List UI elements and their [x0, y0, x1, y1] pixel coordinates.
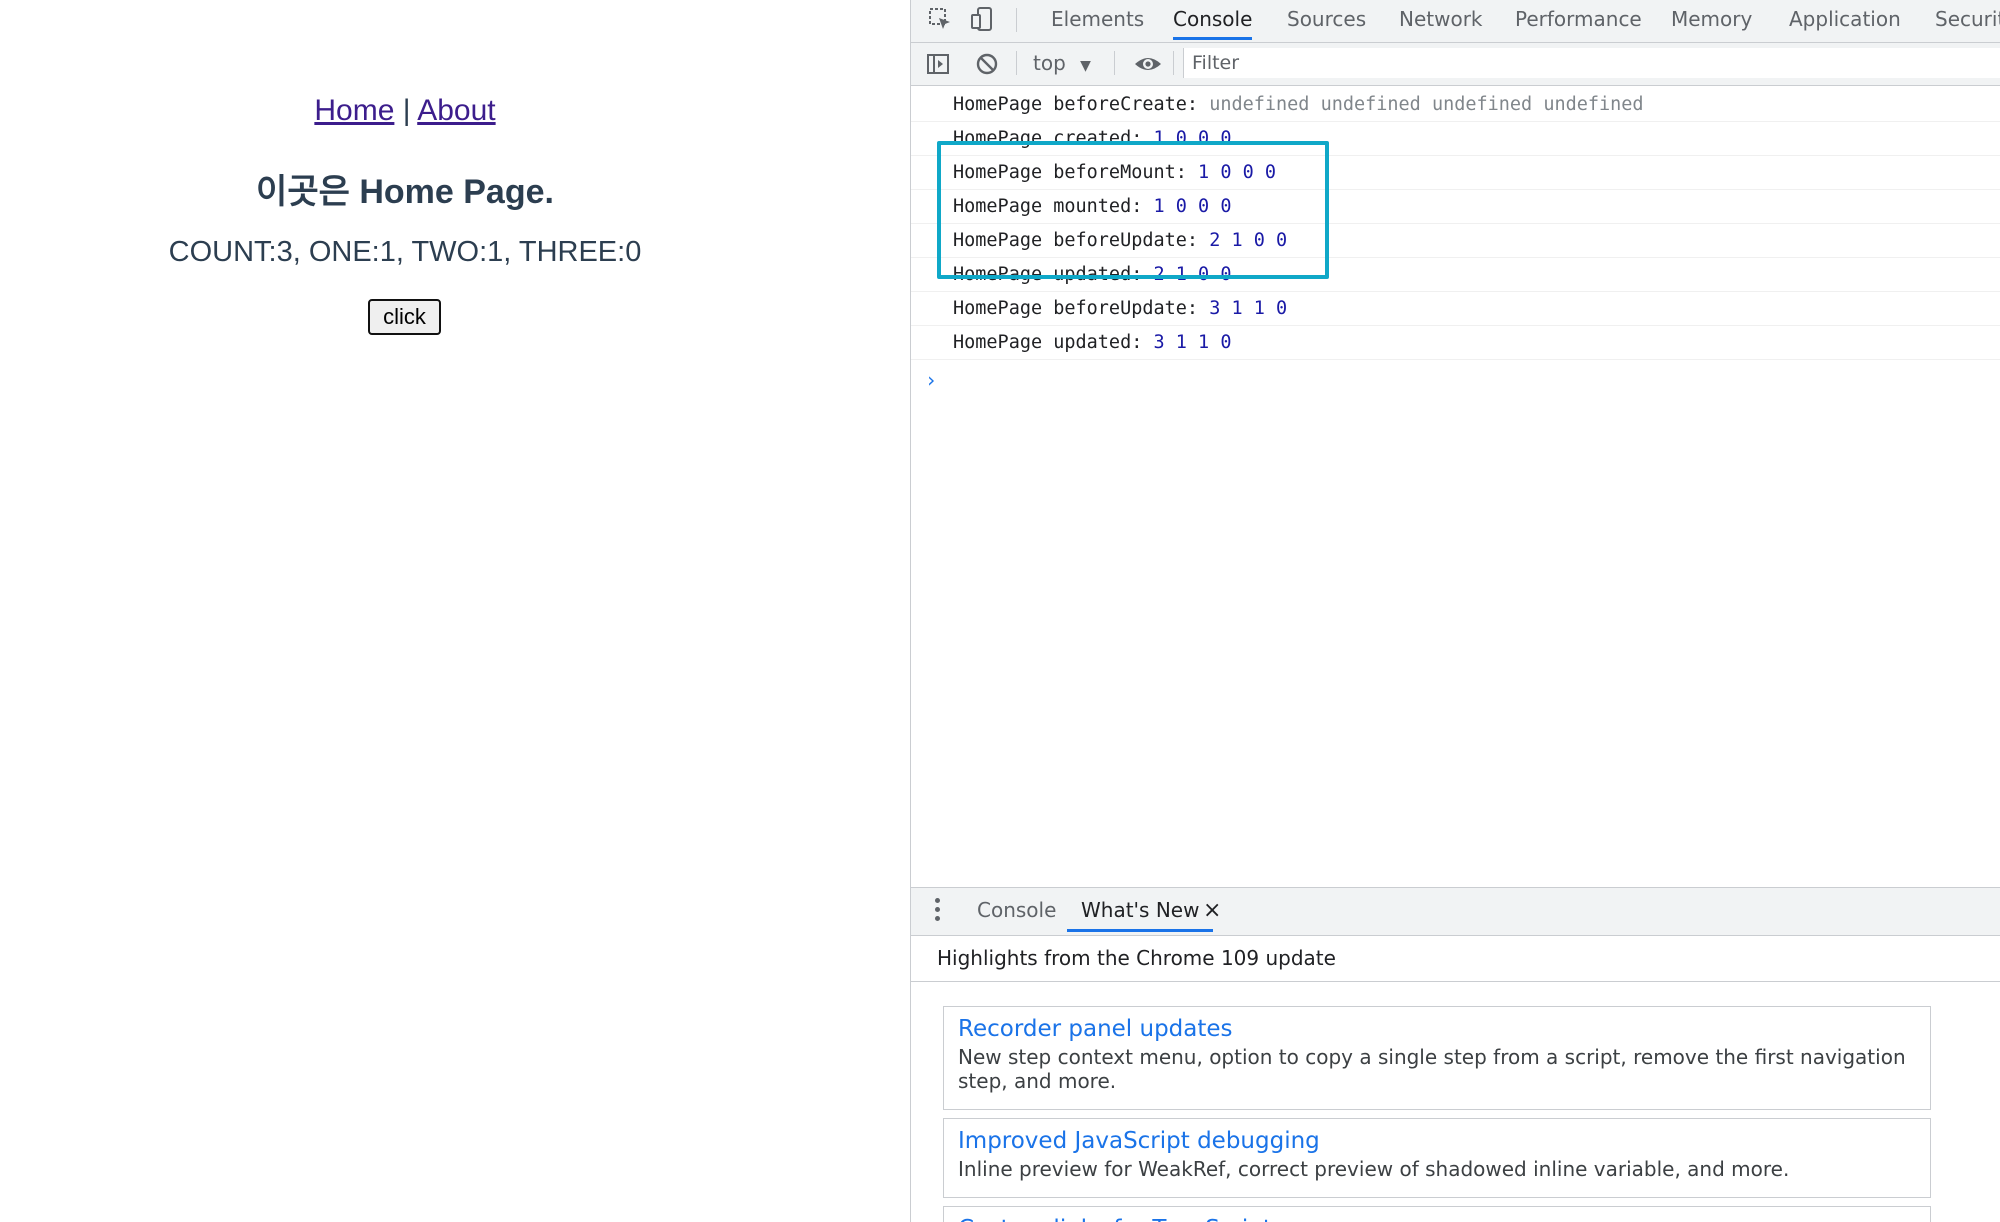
toolbar-divider [1173, 51, 1174, 75]
tab-elements[interactable]: Elements [1051, 0, 1144, 40]
page-title: 이곳은 Home Page. [256, 173, 554, 211]
tabbar-divider [1016, 8, 1017, 32]
log-values: 3 1 1 0 [1153, 332, 1232, 353]
about-link[interactable]: About [417, 94, 495, 127]
tab-sources[interactable]: Sources [1287, 0, 1366, 40]
log-line: HomePage updated: 3 1 1 0 [911, 326, 2000, 360]
app-page: Home | About 이곳은 Home Page. COUNT:3, ONE… [0, 0, 910, 1222]
tab-application[interactable]: Application [1789, 0, 1901, 40]
toolbar-divider [1114, 51, 1115, 75]
tab-console[interactable]: Console [1173, 0, 1253, 40]
devtools-panel: Elements Console Sources Network Perform… [910, 0, 2000, 1222]
highlight-card: Recorder panel updates New step context … [943, 1006, 1931, 1110]
clear-console-icon[interactable] [972, 49, 1002, 79]
highlight-title-link[interactable]: Custom links for TypeScript [958, 1213, 1916, 1222]
toolbar-divider [1016, 51, 1017, 75]
highlight-card: Custom links for TypeScript [943, 1206, 1931, 1222]
highlight-annotation-box [937, 141, 1329, 279]
console-prompt[interactable]: › [925, 368, 937, 392]
close-icon[interactable]: × [1203, 898, 1221, 923]
tab-memory[interactable]: Memory [1671, 0, 1752, 40]
context-select[interactable]: top ▼ [1033, 51, 1091, 75]
highlight-card: Improved JavaScript debugging Inline pre… [943, 1118, 1931, 1198]
log-values: 3 1 1 0 [1209, 298, 1288, 319]
log-line: HomePage beforeCreate: undefined undefin… [911, 88, 2000, 122]
click-button[interactable]: click [368, 299, 441, 335]
filter-input[interactable] [1183, 48, 2000, 78]
whats-new-header: Highlights from the Chrome 109 update [911, 935, 2000, 982]
highlight-title-link[interactable]: Improved JavaScript debugging [958, 1125, 1916, 1157]
nav-separator: | [402, 94, 411, 127]
log-message: HomePage beforeUpdate: [953, 298, 1199, 319]
dropdown-arrow-icon: ▼ [1080, 58, 1091, 74]
tab-performance[interactable]: Performance [1515, 0, 1642, 40]
highlight-description: Inline preview for WeakRef, correct prev… [958, 1157, 1790, 1181]
drawer-tab-console[interactable]: Console [977, 888, 1056, 932]
device-toolbar-icon[interactable] [967, 4, 997, 34]
drawer-tab-whats-new[interactable]: What's New [1067, 888, 1214, 932]
app-nav: Home | About [0, 94, 810, 128]
log-message: HomePage updated: [953, 332, 1143, 353]
log-line: HomePage beforeUpdate: 3 1 1 0 [911, 292, 2000, 326]
context-label: top [1033, 51, 1066, 75]
sidebar-toggle-icon[interactable] [923, 49, 953, 79]
drawer-tabbar: Console What's New × [911, 887, 2000, 936]
tab-security[interactable]: Security [1935, 0, 2000, 40]
tab-network[interactable]: Network [1399, 0, 1483, 40]
drawer-tab-whats-new-label: What's New [1081, 898, 1200, 922]
counter-text: COUNT:3, ONE:1, TWO:1, THREE:0 [168, 236, 642, 268]
devtools-tabbar: Elements Console Sources Network Perform… [911, 0, 2000, 43]
highlight-title-link[interactable]: Recorder panel updates [958, 1013, 1916, 1045]
inspect-element-icon[interactable] [925, 4, 955, 34]
live-expression-eye-icon[interactable] [1133, 49, 1163, 79]
log-message: HomePage beforeCreate: [953, 94, 1199, 115]
log-values: undefined undefined undefined undefined [1209, 94, 1644, 115]
highlight-description: New step context menu, option to copy a … [958, 1045, 1906, 1093]
console-toolbar: top ▼ [911, 43, 2000, 86]
home-link[interactable]: Home [314, 94, 394, 127]
drawer-menu-icon[interactable] [935, 898, 941, 925]
